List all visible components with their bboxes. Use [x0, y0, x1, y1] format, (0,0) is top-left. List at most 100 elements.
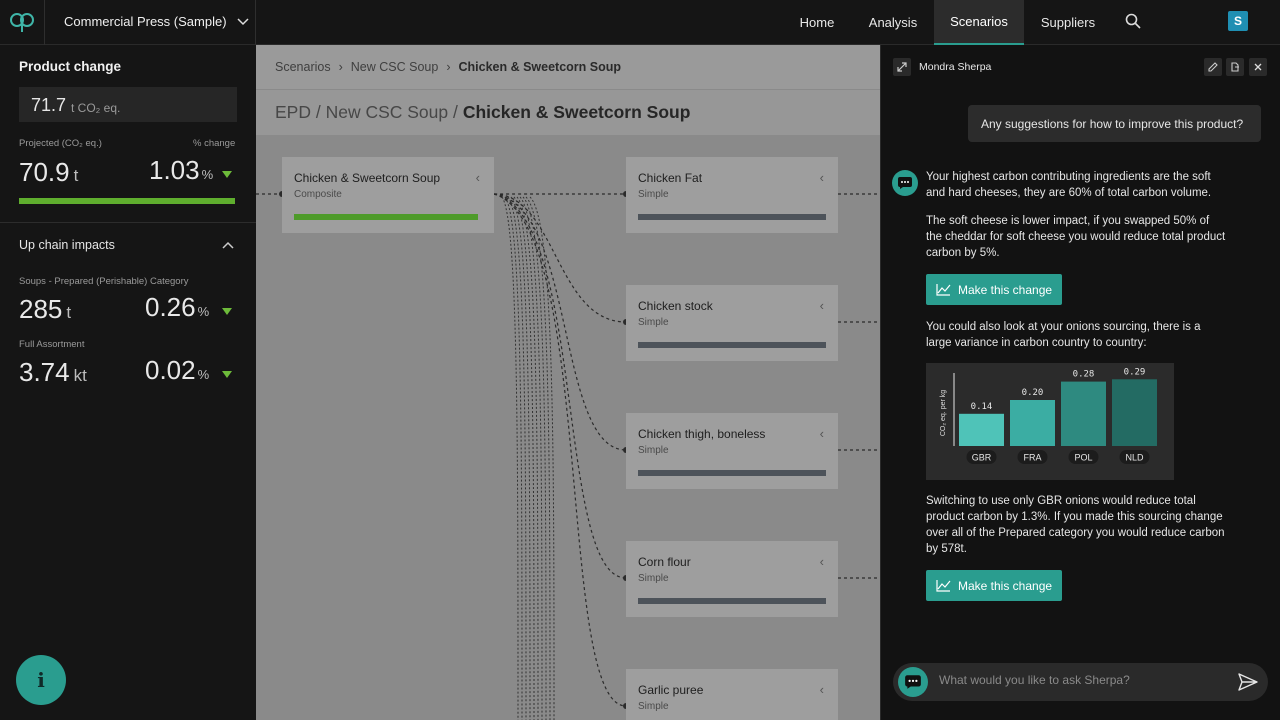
current-unit: t CO₂ eq.	[71, 101, 121, 115]
x-tick-label: POL	[1074, 453, 1092, 463]
category-label: Soups - Prepared (Perishable) Category	[19, 276, 189, 287]
chat-input-bar	[893, 663, 1268, 701]
user-message: Any suggestions for how to improve this …	[968, 105, 1261, 142]
x-tick-label: FRA	[1024, 453, 1042, 463]
bar-pol	[1061, 381, 1106, 446]
ingredient-node[interactable]: Garlic puree Simple ‹	[626, 669, 838, 720]
decrease-arrow-icon	[222, 371, 232, 378]
panel-title: Product change	[19, 59, 122, 74]
node-type: Composite	[294, 189, 342, 200]
onion-sourcing-chart: CO₂ eq. per kg 0.14 GBR 0.20 FRA 0.28 POL 0.29 N…	[926, 363, 1174, 480]
make-change-label: Make this change	[958, 282, 1053, 297]
node-impact-bar	[638, 598, 826, 604]
node-type: Simple	[638, 189, 669, 200]
progress-bar	[19, 198, 235, 204]
category-pct: 0.26%	[145, 292, 210, 322]
data-label: 0.20	[1022, 388, 1044, 398]
node-name: Chicken Fat	[638, 171, 703, 185]
chevron-left-icon[interactable]: ‹	[820, 298, 824, 313]
info-button[interactable]: i	[16, 655, 66, 705]
data-label: 0.14	[971, 402, 993, 412]
trend-icon	[936, 284, 951, 296]
divider	[0, 222, 256, 223]
sherpa-message-paragraph: Switching to use only GBR onions would r…	[926, 495, 1225, 555]
ingredient-node[interactable]: Chicken Fat Simple ‹	[626, 157, 838, 233]
assortment-pct: 0.02%	[145, 355, 210, 385]
sherpa-message-paragraph: The soft cheese is lower impact, if you …	[926, 215, 1226, 259]
assortment-value: 3.74 kt	[19, 357, 87, 387]
node-type: Simple	[638, 445, 669, 456]
sherpa-avatar-icon	[898, 667, 928, 697]
divider	[255, 0, 256, 45]
projected-value: 70.9 t	[19, 157, 79, 187]
sherpa-message-paragraph: You could also look at your onions sourc…	[926, 321, 1201, 349]
make-change-button[interactable]: Make this change	[926, 274, 1062, 305]
data-label: 0.29	[1124, 367, 1146, 377]
ingredient-node[interactable]: Chicken thigh, boneless Simple ‹	[626, 413, 838, 489]
y-axis-label: CO₂ eq. per kg	[940, 390, 947, 436]
node-impact-bar	[638, 214, 826, 220]
make-change-label: Make this change	[958, 578, 1053, 593]
node-name: Corn flour	[638, 555, 691, 569]
top-bar: Commercial Press (Sample) Home Analysis …	[0, 0, 1280, 45]
chevron-left-icon[interactable]: ‹	[820, 554, 824, 569]
trend-icon	[936, 580, 951, 592]
close-icon[interactable]	[1249, 58, 1267, 76]
bar-nld	[1112, 379, 1157, 446]
logo-icon[interactable]	[0, 0, 45, 45]
scenario-canvas: Scenarios › New CSC Soup › Chicken & Swe…	[256, 45, 880, 720]
node-impact-bar	[294, 214, 478, 220]
ingredient-node[interactable]: Chicken stock Simple ‹	[626, 285, 838, 361]
node-impact-bar	[638, 342, 826, 348]
sherpa-avatar-icon	[892, 170, 918, 196]
node-impact-bar	[638, 470, 826, 476]
bar-fra	[1010, 400, 1055, 446]
change-label: % change	[193, 138, 236, 149]
node-name: Chicken thigh, boneless	[638, 427, 766, 441]
expand-icon[interactable]	[893, 58, 911, 76]
bar-gbr	[959, 413, 1004, 446]
chevron-up-icon[interactable]	[222, 241, 234, 249]
x-tick-label: NLD	[1125, 453, 1144, 463]
sherpa-message-paragraph: Your highest carbon contributing ingredi…	[926, 171, 1212, 199]
ingredient-node[interactable]: Corn flour Simple ‹	[626, 541, 838, 617]
search-icon[interactable]	[1125, 13, 1141, 34]
sherpa-chat-panel: Mondra Sherpa Any suggestions for how to…	[880, 45, 1280, 720]
chevron-left-icon[interactable]: ‹	[820, 170, 824, 185]
nav-scenarios[interactable]: Scenarios	[934, 0, 1024, 45]
upchain-title: Up chain impacts	[19, 238, 115, 252]
node-type: Simple	[638, 701, 669, 712]
nav-suppliers[interactable]: Suppliers	[1034, 0, 1102, 45]
project-selector[interactable]: Commercial Press (Sample)	[64, 14, 249, 29]
node-name: Chicken stock	[638, 299, 713, 313]
assortment-label: Full Assortment	[19, 339, 85, 350]
nav-home[interactable]: Home	[792, 0, 842, 45]
chat-title: Mondra Sherpa	[919, 61, 992, 73]
decrease-arrow-icon	[222, 308, 232, 315]
edit-icon[interactable]	[1204, 58, 1222, 76]
current-value-box: 71.7 t CO₂ eq.	[19, 87, 237, 122]
chevron-left-icon[interactable]: ‹	[820, 426, 824, 441]
connection-lines	[256, 191, 880, 720]
node-name: Garlic puree	[638, 683, 704, 697]
projected-pct: 1.03%	[149, 155, 214, 185]
export-icon[interactable]	[1226, 58, 1244, 76]
decrease-arrow-icon	[222, 171, 232, 178]
root-node[interactable]: Chicken & Sweetcorn Soup Composite ‹	[282, 157, 494, 233]
node-type: Simple	[638, 317, 669, 328]
avatar[interactable]: S	[1228, 11, 1248, 31]
current-value: 71.7	[31, 95, 67, 115]
x-tick-label: GBR	[972, 453, 992, 463]
chat-input[interactable]	[939, 673, 1219, 687]
projected-label: Projected (CO₂ eq.)	[19, 138, 102, 149]
nav-analysis[interactable]: Analysis	[862, 0, 924, 45]
bar-chart: CO₂ eq. per kg 0.14 GBR 0.20 FRA 0.28 POL 0.29 N…	[940, 367, 1157, 464]
project-name: Commercial Press (Sample)	[64, 14, 227, 29]
chevron-down-icon	[237, 17, 249, 25]
chevron-left-icon[interactable]: ‹	[820, 682, 824, 697]
make-change-button[interactable]: Make this change	[926, 570, 1062, 601]
chevron-left-icon[interactable]: ‹	[476, 170, 480, 185]
node-type: Simple	[638, 573, 669, 584]
category-value: 285 t	[19, 294, 72, 324]
send-icon[interactable]	[1238, 673, 1258, 691]
